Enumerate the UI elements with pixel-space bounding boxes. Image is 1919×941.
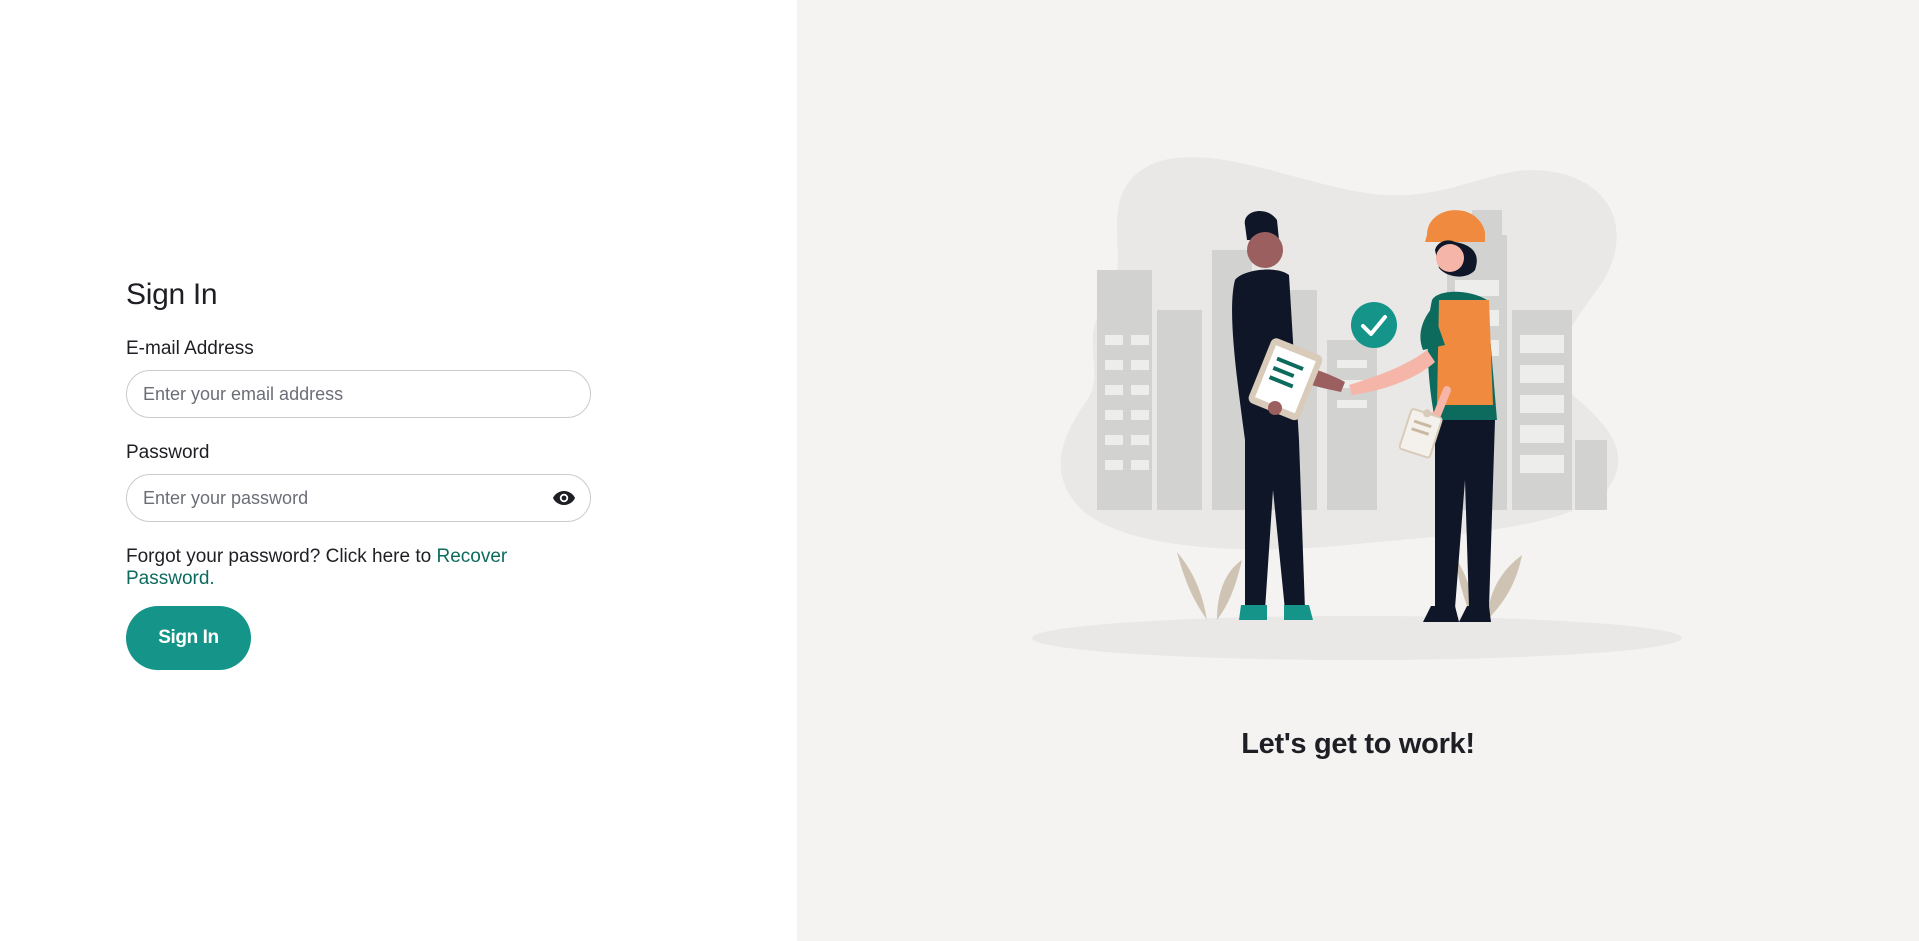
login-panel: Sign In E-mail Address Password Forgot y… bbox=[0, 0, 797, 941]
email-label: E-mail Address bbox=[126, 338, 254, 359]
check-icon bbox=[1351, 302, 1397, 348]
ground-shadow bbox=[1032, 616, 1682, 660]
email-field[interactable] bbox=[127, 371, 590, 417]
eye-icon[interactable] bbox=[552, 488, 576, 508]
forgot-password-text: Forgot your password? Click here to Reco… bbox=[126, 546, 596, 590]
login-page: Sign In E-mail Address Password Forgot y… bbox=[0, 0, 1919, 941]
forgot-password-prompt: Forgot your password? Click here to bbox=[126, 546, 437, 567]
email-field-wrapper bbox=[126, 370, 591, 418]
sign-in-button[interactable]: Sign In bbox=[126, 606, 251, 670]
sign-in-form: Sign In E-mail Address Password Forgot y… bbox=[126, 278, 596, 670]
hero-tagline: Let's get to work! bbox=[1241, 728, 1475, 760]
page-title: Sign In bbox=[126, 278, 218, 311]
password-field[interactable] bbox=[127, 475, 590, 521]
password-label: Password bbox=[126, 442, 210, 463]
password-field-wrapper bbox=[126, 474, 591, 522]
hero-panel: Let's get to work! bbox=[797, 0, 1919, 941]
handshake-illustration bbox=[1032, 157, 1682, 660]
plant-left bbox=[1177, 552, 1242, 620]
